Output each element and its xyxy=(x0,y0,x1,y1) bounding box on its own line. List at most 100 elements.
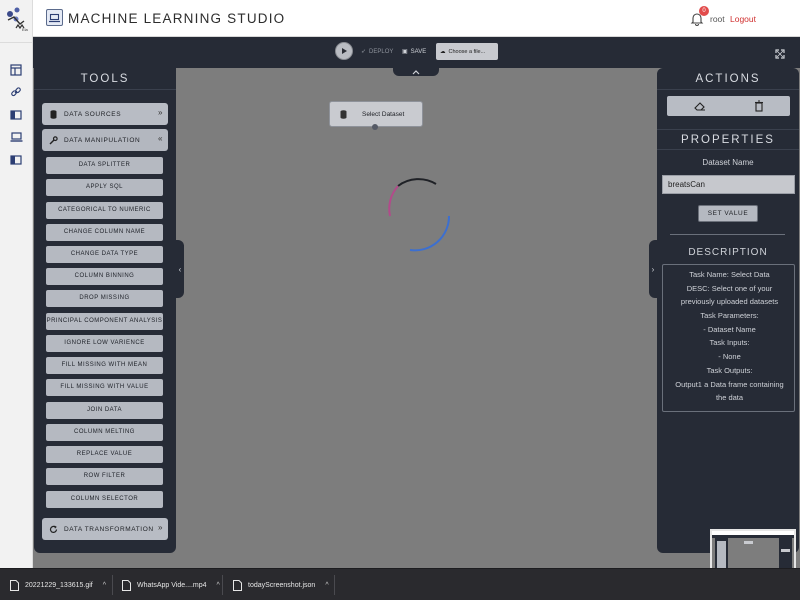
wrench-icon xyxy=(48,135,58,145)
chevron-up-icon[interactable]: ^ xyxy=(217,582,220,589)
select-dataset-node[interactable]: Select Dataset xyxy=(329,101,423,127)
refresh-icon xyxy=(48,525,58,534)
download-divider xyxy=(112,575,113,595)
link-icon[interactable] xyxy=(9,85,23,99)
tool-apply-sql[interactable]: APPLY SQL xyxy=(46,179,163,196)
tool-replace-value[interactable]: REPLACE VALUE xyxy=(46,446,163,463)
save-button[interactable]: ▣ SAVE xyxy=(402,48,427,56)
deploy-label: DEPLOY xyxy=(369,48,394,55)
tool-column-melting[interactable]: COLUMN MELTING xyxy=(46,424,163,441)
dataset-icon xyxy=(336,109,350,119)
description-box: Task Name: Select Data DESC: Select one … xyxy=(662,264,795,412)
chevron-left-icon: ‹ xyxy=(178,264,182,274)
table-icon[interactable] xyxy=(9,63,23,77)
tool-principal-component-analysis[interactable]: PRINCIPAL COMPONENT ANALYSIS xyxy=(46,313,163,330)
download-item[interactable]: todayScreenshot.json ^ xyxy=(233,569,329,601)
chevron-up-icon[interactable]: ^ xyxy=(103,582,106,589)
tool-join-data[interactable]: JOIN DATA xyxy=(46,402,163,419)
trash-icon[interactable] xyxy=(753,100,765,112)
file-icon xyxy=(122,579,131,591)
description-line: Task Inputs: xyxy=(709,338,750,347)
tool-column-selector[interactable]: COLUMN SELECTOR xyxy=(46,491,163,508)
node-output-port[interactable] xyxy=(372,124,378,130)
workflow-toolbar: ➶ DEPLOY ▣ SAVE ☁ Choose a file... xyxy=(33,37,800,68)
tool-change-data-type[interactable]: CHANGE DATA TYPE xyxy=(46,246,163,263)
app-rail: Ela xyxy=(0,0,33,568)
download-divider xyxy=(334,575,335,595)
download-filename: todayScreenshot.json xyxy=(248,581,316,589)
group-label: DATA TRANSFORMATION xyxy=(64,525,154,533)
tool-categorical-to-numeric[interactable]: CATEGORICAL TO NUMERIC xyxy=(46,202,163,219)
save-label: SAVE xyxy=(410,48,427,55)
description-line: previously uploaded datasets xyxy=(680,297,779,306)
deploy-button[interactable]: ➶ DEPLOY xyxy=(361,48,394,56)
app-title: MACHINE LEARNING STUDIO xyxy=(68,11,286,26)
dataset-name-label: Dataset Name xyxy=(702,158,754,167)
logout-link[interactable]: Logout xyxy=(730,14,756,24)
eraser-icon[interactable] xyxy=(694,100,706,112)
description-line: Task Parameters: xyxy=(700,311,759,320)
tool-ignore-low-variance[interactable]: IGNORE LOW VARIENCE xyxy=(46,335,163,352)
database-icon xyxy=(48,109,58,119)
upload-cloud-icon: ☁ xyxy=(440,48,446,55)
laptop-icon[interactable] xyxy=(9,130,23,144)
tool-row-filter[interactable]: ROW FILTER xyxy=(46,468,163,485)
description-line: the data xyxy=(715,393,744,402)
user-name: root xyxy=(710,14,725,24)
tool-drop-missing[interactable]: DROP MISSING xyxy=(46,290,163,307)
tool-data-splitter[interactable]: DATA SPLITTER xyxy=(46,157,163,174)
actions-panel: ACTIONS PROPERTIES Dataset Name SET VALU… xyxy=(657,68,799,553)
group-label: DATA SOURCES xyxy=(64,110,122,118)
download-filename: 20221229_133615.gif xyxy=(25,581,93,589)
group-data-sources[interactable]: DATA SOURCES » xyxy=(42,103,168,125)
rail-divider xyxy=(0,42,33,43)
fullscreen-icon[interactable] xyxy=(775,46,785,59)
action-buttons xyxy=(667,96,790,116)
tools-title: TOOLS xyxy=(34,68,176,90)
dataset-name-input[interactable] xyxy=(662,175,795,194)
description-line: Task Name: Select Data xyxy=(689,270,770,279)
run-button[interactable] xyxy=(335,42,353,60)
play-icon xyxy=(342,48,347,54)
collapse-actions-tab[interactable]: › xyxy=(649,240,657,298)
chevron-double-up-icon: « xyxy=(157,134,163,143)
chevron-double-down-icon: » xyxy=(157,108,163,117)
panel-icon[interactable] xyxy=(9,108,23,122)
rocket-icon: ➶ xyxy=(361,49,367,55)
collapse-toolbar-tab[interactable] xyxy=(393,68,439,76)
choose-file-button[interactable]: ☁ Choose a file... xyxy=(436,43,498,60)
group-data-manipulation[interactable]: DATA MANIPULATION « xyxy=(42,129,168,151)
description-line: Output1 a Data frame containing xyxy=(675,380,784,389)
app-header: MACHINE LEARNING STUDIO xyxy=(33,0,800,37)
description-line: - Dataset Name xyxy=(703,325,756,334)
download-divider xyxy=(222,575,223,595)
tool-change-column-name[interactable]: CHANGE COLUMN NAME xyxy=(46,224,163,241)
tools-panel: TOOLS DATA SOURCES » DATA MANIPULATION «… xyxy=(34,68,176,553)
node-label: Select Dataset xyxy=(362,110,405,118)
loading-spinner xyxy=(388,178,451,252)
notification-badge: 0 xyxy=(699,6,709,16)
downloads-bar: 20221229_133615.gif ^ WhatsApp Vide....m… xyxy=(0,568,800,600)
actions-title: ACTIONS xyxy=(657,68,799,90)
panel-alt-icon[interactable] xyxy=(9,153,23,167)
description-line: Task Outputs: xyxy=(706,366,753,375)
tool-column-binning[interactable]: COLUMN BINNING xyxy=(46,268,163,285)
set-value-button[interactable]: SET VALUE xyxy=(698,205,758,222)
tool-fill-missing-with-value[interactable]: FILL MISSING WITH VALUE xyxy=(46,379,163,396)
properties-divider xyxy=(670,234,785,235)
chevron-up-icon xyxy=(412,69,420,74)
description-line: - None xyxy=(718,352,741,361)
description-title: DESCRIPTION xyxy=(688,247,768,258)
tool-fill-missing-with-mean[interactable]: FILL MISSING WITH MEAN xyxy=(46,357,163,374)
collapse-tools-tab[interactable]: ‹ xyxy=(176,240,184,298)
download-item[interactable]: WhatsApp Vide....mp4 ^ xyxy=(122,569,220,601)
description-line: DESC: Select one of your xyxy=(686,284,773,293)
group-data-transformation[interactable]: DATA TRANSFORMATION » xyxy=(42,518,168,540)
choose-file-label: Choose a file... xyxy=(448,48,486,55)
download-item[interactable]: 20221229_133615.gif ^ xyxy=(10,569,106,601)
laptop-icon xyxy=(46,9,63,26)
file-icon xyxy=(10,579,19,591)
group-label: DATA MANIPULATION xyxy=(64,136,141,144)
chevron-up-icon[interactable]: ^ xyxy=(325,582,328,589)
save-icon: ▣ xyxy=(402,49,408,55)
